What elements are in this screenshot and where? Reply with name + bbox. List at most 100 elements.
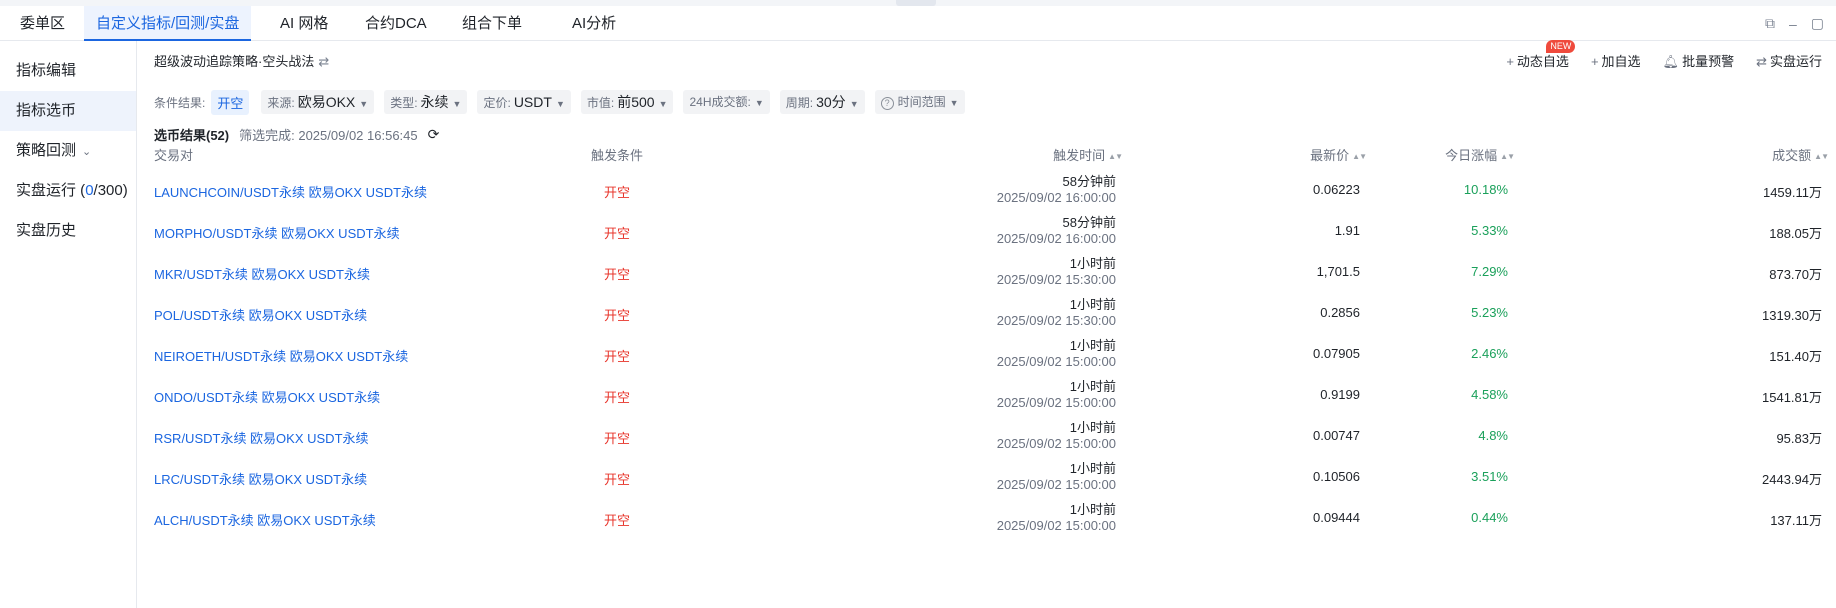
time-range-filter[interactable]: ? 时间范围 ▼ [874, 90, 965, 114]
quote-filter[interactable]: 定价: USDT ▼ [477, 90, 571, 114]
results-status: 筛选完成: 2025/09/02 16:56:45 [239, 128, 418, 143]
main-panel: 超级波动追踪策略·空头战法 ⇄ + 动态自选 NEW + 加自选 🔔︎ 批量预警 ⇄ 实盘运… [138, 40, 1836, 608]
mcap-filter[interactable]: 市值: 前500 ▼ [580, 90, 674, 114]
change-cell: 4.58% [1471, 387, 1508, 402]
tab-ai-analysis[interactable]: AI分析 [560, 6, 628, 41]
new-badge: NEW [1546, 40, 1576, 53]
col-time[interactable]: 触发时间 ▲▼ [1053, 145, 1123, 164]
type-filter[interactable]: 类型: 永续 ▼ [384, 90, 468, 114]
change-cell: 3.51% [1471, 469, 1508, 484]
pair-link[interactable]: MKR/USDT永续 欧易OKX USDT永续 [154, 264, 370, 283]
pair-link[interactable]: MORPHO/USDT永续 欧易OKX USDT永续 [154, 223, 400, 242]
sort-icon: ▲▼ [1108, 152, 1123, 162]
refresh-icon[interactable]: ⟳ [428, 126, 440, 143]
restore-window-icon[interactable]: ⧉ [1765, 15, 1775, 32]
timestamp: 2025/09/02 15:30:00 [996, 272, 1116, 287]
trigger-time-cell: 1小时前 2025/09/02 15:00:00 [997, 502, 1116, 534]
sidebar-item-label: 策略回测 [16, 142, 77, 159]
col-price-label: 最新价 [1310, 148, 1350, 163]
help-icon: ? [880, 97, 894, 110]
app-window: 委单区 自定义指标/回测/实盘 AI 网格 合约DCA 组合下单 AI分析 ⧉ … [0, 0, 1836, 608]
timestamp: 2025/09/02 15:00:00 [996, 354, 1116, 369]
live-run-button[interactable]: ⇄ 实盘运行 [1756, 51, 1822, 70]
type-filter-label: 类型: [390, 96, 418, 110]
source-filter-label: 来源: [267, 96, 295, 110]
results-count: 选币结果(52) [154, 128, 230, 143]
col-trigger: 触发条件 [590, 148, 643, 163]
trigger-time-cell: 1小时前 2025/09/02 15:30:00 [997, 256, 1116, 288]
bell-icon: 🔔︎ [1662, 54, 1680, 69]
batch-alert-button[interactable]: 🔔︎ 批量预警 [1663, 51, 1735, 70]
swap-icon[interactable]: ⇄ [318, 54, 329, 69]
sidebar-item-live-history[interactable]: 实盘历史 [0, 211, 136, 251]
dynamic-watchlist-button[interactable]: + 动态自选 NEW [1506, 40, 1576, 70]
timestamp: 2025/09/02 15:00:00 [996, 477, 1116, 492]
type-filter-value: 永续 [420, 94, 449, 110]
tab-ai-grid[interactable]: AI 网格 [268, 6, 340, 41]
sidebar-item-indicator-select[interactable]: 指标选币 [0, 91, 136, 131]
sidebar-item-backtest[interactable]: 策略回测 ⌄ [0, 131, 136, 171]
pair-link[interactable]: NEIROETH/USDT永续 欧易OKX USDT永续 [154, 346, 408, 365]
pair-link[interactable]: ALCH/USDT永续 欧易OKX USDT永续 [154, 510, 376, 529]
minimize-icon[interactable]: – [1789, 16, 1797, 32]
live-count-current: 0 [85, 182, 94, 199]
source-filter[interactable]: 来源: 欧易OKX ▼ [261, 90, 375, 114]
timestamp: 2025/09/02 15:30:00 [996, 313, 1116, 328]
chevron-down-icon: ▼ [555, 99, 565, 109]
price-cell: 0.00747 [1313, 428, 1360, 443]
col-price[interactable]: 最新价 ▲▼ [1310, 145, 1367, 164]
col-change[interactable]: 今日涨幅 ▲▼ [1445, 145, 1515, 164]
col-time-label: 触发时间 [1053, 148, 1106, 163]
tab-contract-dca[interactable]: 合约DCA [353, 6, 439, 41]
tab-orders[interactable]: 委单区 [8, 6, 77, 41]
time-ago: 1小时前 [1069, 379, 1116, 394]
period-filter[interactable]: 周期: 30分 ▼ [779, 90, 865, 114]
condition-chip[interactable]: 开空 [211, 89, 250, 115]
trigger-cell: 开空 [603, 226, 630, 241]
strategy-title[interactable]: 超级波动追踪策略·空头战法 ⇄ [154, 51, 329, 70]
sidebar-item-live-run[interactable]: 实盘运行 (0/300) [0, 171, 136, 211]
volume-cell: 95.83万 [1776, 431, 1822, 446]
sidebar-item-label: 实盘运行 [16, 182, 77, 199]
volume-cell: 137.11万 [1770, 513, 1822, 528]
results-summary: 选币结果(52) 筛选完成: 2025/09/02 16:56:45 ⟳ [154, 125, 439, 144]
pair-link[interactable]: RSR/USDT永续 欧易OKX USDT永续 [154, 428, 369, 447]
tab-combo-order[interactable]: 组合下单 [450, 6, 534, 41]
strategy-name: 超级波动追踪策略·空头战法 [154, 54, 315, 69]
price-cell: 0.06223 [1313, 182, 1360, 197]
filter-bar: 条件结果: 开空 来源: 欧易OKX ▼ 类型: 永续 ▼ 定价: USDT ▼ 市值: 前5… [154, 89, 975, 115]
maximize-icon[interactable]: ▢ [1811, 15, 1824, 32]
table-row[interactable]: ALCH/USDT永续 欧易OKX USDT永续 开空 1小时前 2025/09/… [154, 495, 1822, 543]
mcap-filter-label: 市值: [586, 96, 615, 110]
price-cell: 0.07905 [1313, 346, 1360, 361]
add-watchlist-button[interactable]: + 加自选 [1591, 51, 1641, 70]
plus-icon: + [1590, 54, 1599, 69]
action-bar: + 动态自选 NEW + 加自选 🔔︎ 批量预警 ⇄ 实盘运行 [1506, 40, 1822, 70]
timestamp: 2025/09/02 15:00:00 [996, 436, 1116, 451]
col-volume[interactable]: 成交额 ▲▼ [1772, 145, 1829, 164]
sidebar-item-indicator-edit[interactable]: 指标编辑 [0, 51, 136, 91]
mcap-filter-value: 前500 [617, 94, 655, 110]
sort-icon: ▲▼ [1814, 152, 1829, 162]
tab-custom-indicator[interactable]: 自定义指标/回测/实盘 [84, 6, 252, 41]
price-cell: 0.10506 [1313, 469, 1360, 484]
trigger-time-cell: 1小时前 2025/09/02 15:00:00 [997, 461, 1116, 493]
trigger-cell: 开空 [603, 185, 630, 200]
trigger-cell: 开空 [603, 308, 630, 323]
sidebar: 指标编辑 指标选币 策略回测 ⌄ 实盘运行 (0/300) 实盘历史 [0, 41, 137, 608]
trigger-time-cell: 1小时前 2025/09/02 15:00:00 [997, 338, 1116, 370]
volume24-filter[interactable]: 24H成交额: ▼ [683, 90, 770, 114]
sort-icon: ▲▼ [1500, 152, 1515, 162]
pair-link[interactable]: POL/USDT永续 欧易OKX USDT永续 [154, 305, 367, 324]
change-cell: 5.33% [1471, 223, 1508, 238]
trigger-cell: 开空 [603, 349, 630, 364]
plus-icon: + [1506, 54, 1514, 69]
change-cell: 4.8% [1478, 428, 1508, 443]
pair-link[interactable]: LAUNCHCOIN/USDT永续 欧易OKX USDT永续 [154, 182, 427, 201]
price-cell: 0.09444 [1313, 510, 1360, 525]
pair-link[interactable]: LRC/USDT永续 欧易OKX USDT永续 [154, 469, 367, 488]
pair-link[interactable]: ONDO/USDT永续 欧易OKX USDT永续 [154, 387, 380, 406]
live-count-open: ( [76, 182, 86, 199]
change-cell: 0.44% [1471, 510, 1508, 525]
col-pair: 交易对 [154, 148, 194, 163]
